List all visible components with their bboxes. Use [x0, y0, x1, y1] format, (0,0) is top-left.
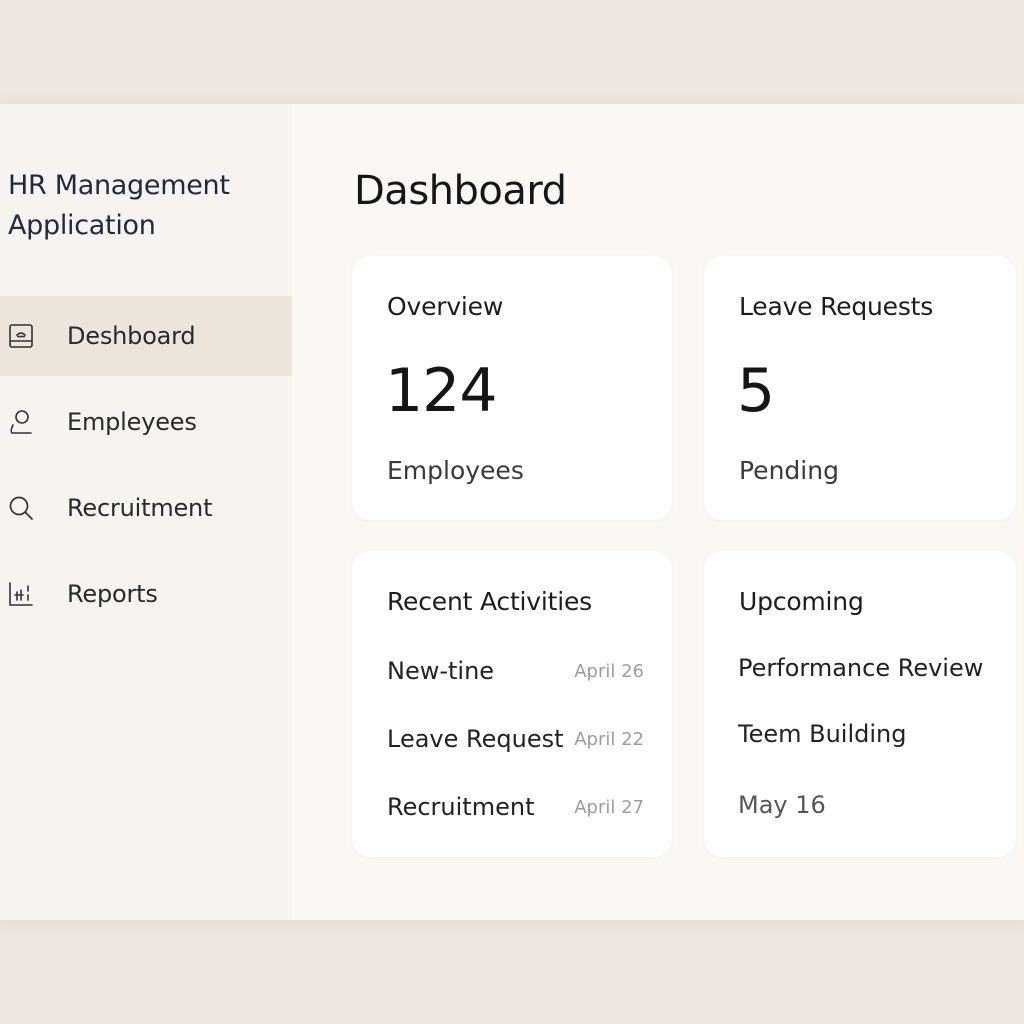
chart-icon: [6, 579, 36, 609]
employee-count: 124: [385, 356, 498, 426]
leave-requests-card-title: Leave Requests: [739, 292, 934, 321]
activity-row[interactable]: New-tine April 26: [387, 654, 644, 688]
activity-date: April 26: [574, 660, 644, 682]
upcoming-card: Upcoming Performance Review Teem Buildin…: [704, 551, 1016, 857]
upcoming-event[interactable]: Performance Review: [738, 654, 983, 682]
upcoming-date: May 16: [738, 791, 826, 819]
sidebar: HR Management Application Deshboard Empl…: [0, 104, 292, 920]
app-window: HR Management Application Deshboard Empl…: [0, 104, 1024, 920]
pending-count: 5: [737, 356, 775, 426]
app-title: HR Management Application: [8, 170, 230, 241]
activity-name: Leave Request: [387, 725, 564, 753]
recent-activities-card-title: Recent Activities: [387, 587, 592, 616]
sidebar-item-dashboard[interactable]: Deshboard: [0, 296, 292, 376]
activity-name: Recruitment: [387, 793, 535, 821]
pending-label: Pending: [739, 456, 839, 485]
employee-count-label: Employees: [387, 456, 524, 485]
sidebar-item-recruitment[interactable]: Recruitment: [0, 468, 292, 548]
overview-card-title: Overview: [387, 292, 504, 321]
sidebar-item-label: Reports: [67, 580, 158, 608]
activity-row[interactable]: Leave Request April 22: [387, 722, 644, 756]
search-icon: [6, 493, 36, 523]
leave-requests-card[interactable]: Leave Requests 5 Pending: [704, 256, 1016, 520]
activity-name: New-tine: [387, 657, 495, 685]
dashboard-icon: [6, 321, 36, 351]
sidebar-item-label: Empleyees: [67, 408, 197, 436]
activity-date: April 22: [574, 728, 644, 750]
overview-card[interactable]: Overview 124 Employees: [352, 256, 672, 520]
activity-row[interactable]: Recruitment April 27: [387, 790, 644, 824]
sidebar-item-employees[interactable]: Empleyees: [0, 382, 292, 462]
sidebar-item-label: Deshboard: [67, 322, 196, 350]
page-title: Dashboard: [354, 168, 567, 214]
upcoming-card-title: Upcoming: [739, 587, 864, 616]
sidebar-item-label: Recruitment: [67, 494, 213, 522]
recent-activities-card: Recent Activities New-tine April 26 Leav…: [352, 551, 672, 857]
activity-date: April 27: [574, 796, 644, 818]
sidebar-item-reports[interactable]: Reports: [0, 554, 292, 634]
upcoming-event[interactable]: Teem Building: [738, 720, 906, 748]
main-content: Dashboard Overview 124 Employees Leave R…: [292, 104, 1024, 920]
user-icon: [6, 407, 36, 437]
sidebar-nav: Deshboard Empleyees Recruitment Reports: [0, 296, 292, 640]
